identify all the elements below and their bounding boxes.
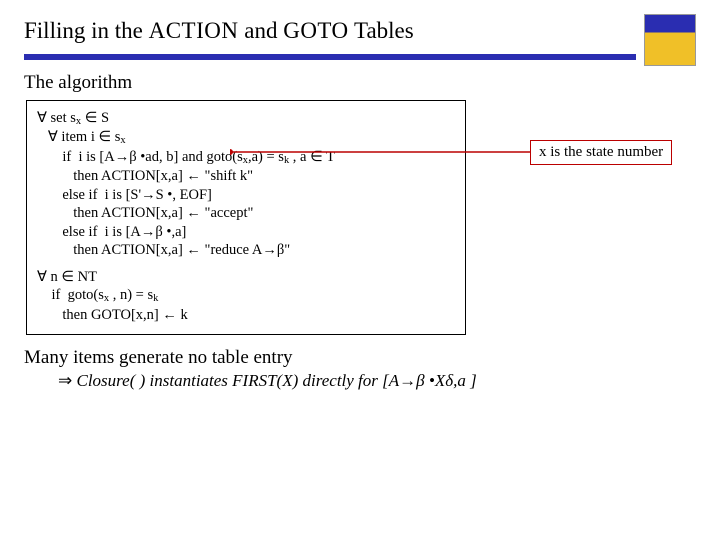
annotation-state-number: x is the state number	[530, 140, 672, 165]
title-post: Tables	[349, 18, 414, 43]
title-row: Filling in the ACTION and GOTO Tables	[24, 18, 696, 68]
algo-line: if i is [A→β •ad, b] and goto(sx,a) = sk…	[37, 148, 455, 167]
university-logo	[644, 14, 696, 66]
algo-line: then ACTION[x,a] ← "shift k"	[37, 167, 455, 186]
footer-sub-pre: Closure( ) instantiates FIRST(X) directl…	[77, 371, 400, 390]
title-kw-action: ACTION	[149, 18, 239, 43]
title-pre: Filling in the	[24, 18, 149, 43]
algo-line: ∀ n ∈ NT	[37, 268, 455, 287]
algo-line: if goto(sx , n) = sk	[37, 286, 455, 305]
title-underline	[24, 54, 636, 60]
algorithm-box: ∀ set sx ∈ S ∀ item i ∈ sx if i is [A→β …	[26, 100, 466, 335]
arrow-icon: ⇒	[58, 371, 72, 390]
algo-line: else if i is [S'→S •, EOF]	[37, 186, 455, 205]
algo-line: ∀ item i ∈ sx	[37, 128, 455, 147]
footer-main: Many items generate no table entry	[24, 347, 696, 369]
title-kw-goto: GOTO	[283, 18, 348, 43]
algo-line: else if i is [A→β •,a]	[37, 223, 455, 242]
algo-line: then GOTO[x,n] ← k	[37, 306, 455, 325]
title-block: Filling in the ACTION and GOTO Tables	[24, 18, 636, 68]
algo-line: then ACTION[x,a] ← "accept"	[37, 204, 455, 223]
algo-line: then ACTION[x,a] ← "reduce A→β"	[37, 241, 455, 260]
algo-block-2: ∀ n ∈ NT if goto(sx , n) = sk then GOTO[…	[37, 268, 455, 324]
title-mid: and	[238, 18, 283, 43]
slide-title: Filling in the ACTION and GOTO Tables	[24, 18, 636, 50]
algo-line: ∀ set sx ∈ S	[37, 109, 455, 128]
algorithm-heading: The algorithm	[24, 72, 696, 94]
footer-sub-post: •Xδ,a ]	[425, 371, 477, 390]
footer-sub: ⇒ Closure( ) instantiates FIRST(X) direc…	[58, 371, 696, 391]
